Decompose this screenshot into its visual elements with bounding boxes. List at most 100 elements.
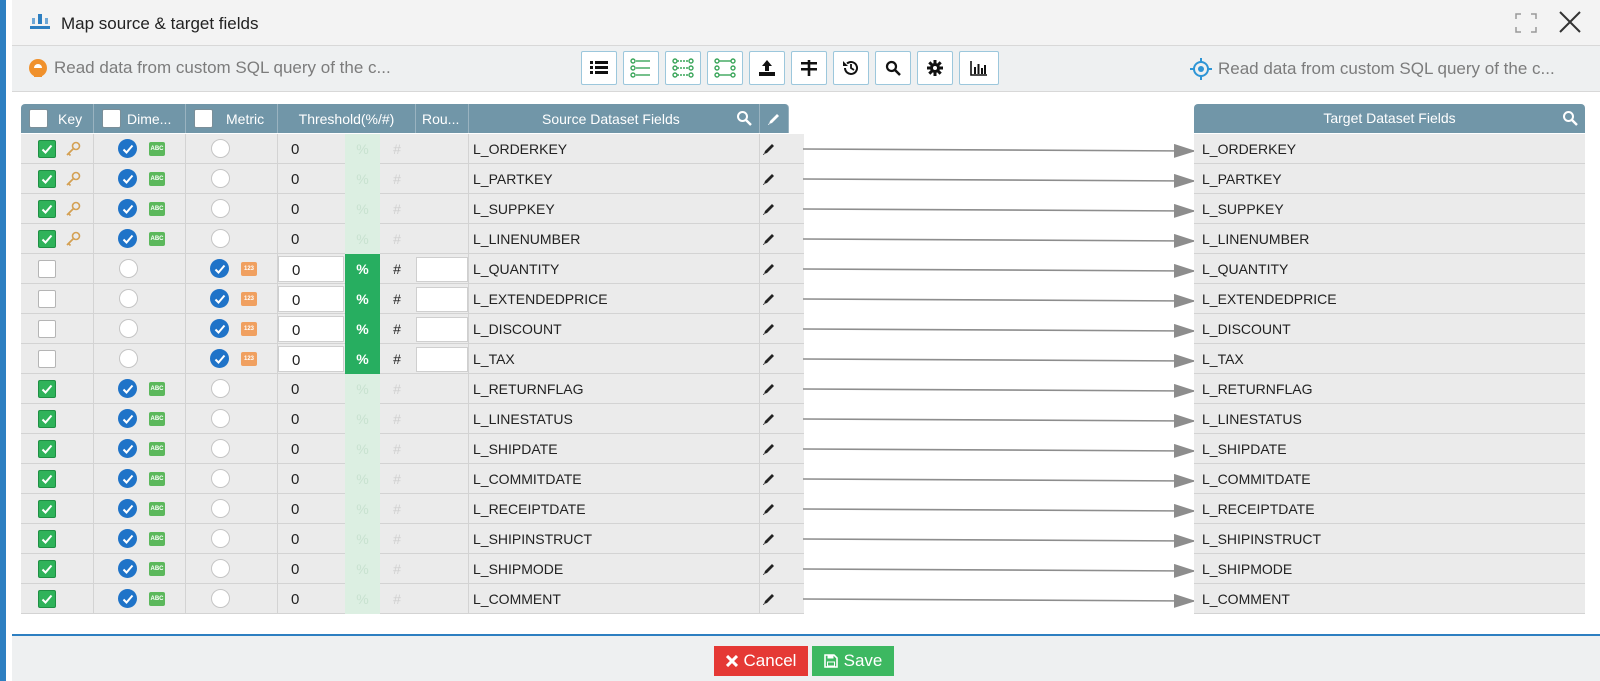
pencil-icon[interactable] [762,472,776,486]
key-checkbox[interactable] [38,470,56,488]
metric-radio[interactable] [211,199,230,218]
threshold-input[interactable]: 0 [278,496,344,522]
history-button[interactable] [833,51,869,85]
key-checkbox[interactable] [38,350,56,368]
rounding-input[interactable] [416,167,468,192]
edit-all-pencil-icon[interactable] [767,112,781,126]
metric-radio[interactable] [211,499,230,518]
threshold-input[interactable]: 0 [278,196,344,222]
metric-radio[interactable] [210,259,229,278]
key-checkbox[interactable] [38,170,56,188]
key-checkbox[interactable] [38,290,56,308]
rounding-input[interactable] [416,257,468,282]
key-checkbox[interactable] [38,320,56,338]
hash-toggle[interactable]: # [384,554,410,584]
key-checkbox[interactable] [38,590,56,608]
metric-radio[interactable] [211,439,230,458]
rounding-input[interactable] [416,317,468,342]
dimension-radio[interactable] [118,439,137,458]
metric-radio[interactable] [211,529,230,548]
threshold-input[interactable]: 0 [278,166,344,192]
pencil-icon[interactable] [762,352,776,366]
pencil-icon[interactable] [762,262,776,276]
percent-toggle[interactable]: % [345,194,380,224]
rounding-input[interactable] [416,527,468,552]
metric-radio[interactable] [211,229,230,248]
pencil-icon[interactable] [762,322,776,336]
dimension-radio[interactable] [119,289,138,308]
map-by-position-button[interactable] [707,51,743,85]
rounding-input[interactable] [416,437,468,462]
hash-toggle[interactable]: # [384,284,410,314]
select-all-dimension-checkbox[interactable] [102,109,121,128]
percent-toggle[interactable]: % [345,464,380,494]
dimension-radio[interactable] [118,199,137,218]
metric-radio[interactable] [211,589,230,608]
dimension-radio[interactable] [118,229,137,248]
search-button[interactable] [875,51,911,85]
threshold-input[interactable]: 0 [278,436,344,462]
metric-radio[interactable] [211,469,230,488]
dimension-radio[interactable] [119,349,138,368]
metric-radio[interactable] [211,139,230,158]
mapping-arrow[interactable] [803,143,1194,158]
chart-button[interactable] [959,51,999,85]
pencil-icon[interactable] [762,232,776,246]
threshold-input[interactable]: 0 [278,316,344,342]
percent-toggle[interactable]: % [345,254,380,284]
rounding-input[interactable] [416,287,468,312]
key-checkbox[interactable] [38,530,56,548]
rounding-input[interactable] [416,377,468,402]
pencil-icon[interactable] [762,412,776,426]
percent-toggle[interactable]: % [345,344,380,374]
percent-toggle[interactable]: % [345,224,380,254]
close-icon[interactable] [1558,10,1582,34]
mapping-arrow[interactable] [803,563,1194,578]
key-checkbox[interactable] [38,200,56,218]
source-search-icon[interactable] [736,110,752,126]
dimension-radio[interactable] [118,559,137,578]
mapping-arrow[interactable] [803,443,1194,458]
hash-toggle[interactable]: # [384,464,410,494]
mapping-arrow[interactable] [803,413,1194,428]
hash-toggle[interactable]: # [384,254,410,284]
hash-toggle[interactable]: # [384,134,410,164]
dimension-radio[interactable] [118,139,137,158]
hash-toggle[interactable]: # [384,314,410,344]
mapping-arrow[interactable] [803,203,1194,218]
dimension-radio[interactable] [118,499,137,518]
key-checkbox[interactable] [38,560,56,578]
mapping-arrow[interactable] [803,353,1194,368]
percent-toggle[interactable]: % [345,434,380,464]
rounding-input[interactable] [416,587,468,612]
dimension-radio[interactable] [119,259,138,278]
mapping-arrow[interactable] [803,383,1194,398]
target-search-icon[interactable] [1562,110,1578,126]
list-view-button[interactable] [581,51,617,85]
hash-toggle[interactable]: # [384,224,410,254]
threshold-input[interactable]: 0 [278,526,344,552]
settings-button[interactable] [917,51,953,85]
pencil-icon[interactable] [762,562,776,576]
rounding-input[interactable] [416,497,468,522]
threshold-input[interactable]: 0 [278,346,344,372]
pencil-icon[interactable] [762,532,776,546]
metric-radio[interactable] [211,379,230,398]
mapping-arrow[interactable] [803,533,1194,548]
percent-toggle[interactable]: % [345,584,380,614]
hash-toggle[interactable]: # [384,584,410,614]
metric-radio[interactable] [211,559,230,578]
hash-toggle[interactable]: # [384,434,410,464]
split-button[interactable] [791,51,827,85]
hash-toggle[interactable]: # [384,164,410,194]
key-checkbox[interactable] [38,140,56,158]
pencil-icon[interactable] [762,442,776,456]
threshold-input[interactable]: 0 [278,376,344,402]
key-checkbox[interactable] [38,410,56,428]
mapping-arrow[interactable] [803,503,1194,518]
dimension-radio[interactable] [118,169,137,188]
percent-toggle[interactable]: % [345,164,380,194]
maximize-icon[interactable] [1514,12,1538,34]
threshold-input[interactable]: 0 [278,466,344,492]
dimension-radio[interactable] [118,529,137,548]
